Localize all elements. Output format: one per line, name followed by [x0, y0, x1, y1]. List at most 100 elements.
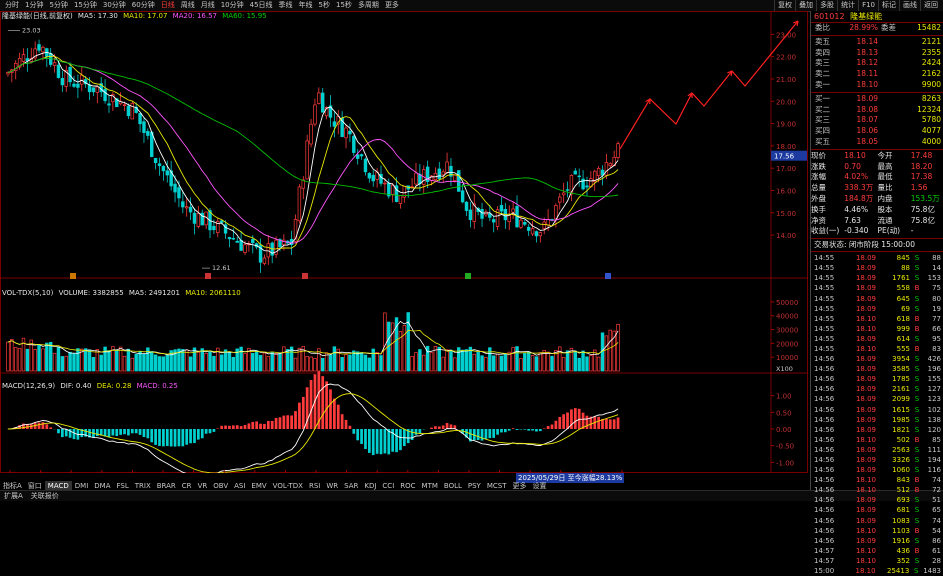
period-tab[interactable]: 5秒: [316, 0, 333, 11]
quote-value: 18.20: [910, 161, 933, 171]
volume-bar: [48, 341, 53, 372]
period-tab[interactable]: 10分钟: [218, 0, 247, 11]
volume-bar: [289, 346, 294, 372]
volume-bar: [422, 354, 426, 372]
macd-legend: MACD(12,26,9) DIF: 0.40 DEA: 0.28 MACD: …: [2, 381, 178, 391]
period-tab[interactable]: 年线: [296, 0, 316, 11]
candle-body: [480, 209, 484, 219]
tick-price: 18.09: [855, 274, 876, 283]
tick-count: 116: [927, 466, 941, 475]
asks-price: 18.11: [856, 69, 878, 79]
tick-price: 18.10: [855, 476, 876, 485]
tick-count: 14: [932, 264, 941, 273]
toolbar-button[interactable]: 统计: [837, 0, 858, 11]
toolbar-button[interactable]: 叠加: [795, 0, 816, 11]
toolbar-button[interactable]: 画线: [899, 0, 920, 11]
tick-time: 14:55: [814, 344, 835, 353]
period-tab[interactable]: 日线: [158, 0, 178, 11]
period-tab[interactable]: 15秒: [333, 0, 355, 11]
volume-bar: [181, 349, 185, 372]
quote-table: 现价 18.10 今开 17.48 涨跌 0.70 最高 18.20 涨幅 4.02% 最低 17.3…: [811, 151, 943, 237]
tick-count: 19: [932, 304, 941, 313]
toolbar-button[interactable]: 返回: [920, 0, 941, 11]
candle-body: [142, 121, 146, 133]
candle-body: [538, 232, 543, 237]
candle-body: [91, 87, 96, 93]
macd-axis-label: 1.00: [776, 393, 792, 401]
candle-body: [309, 123, 313, 145]
kline-chart-area[interactable]: 23.00 22.00 21.00 20.00 19.00 18.00 17.00 16.00…: [0, 11, 808, 483]
volume-bar: [523, 353, 527, 372]
volume-bar: [266, 356, 271, 372]
volume-bar: [495, 353, 500, 372]
bids-volume: 12324: [917, 104, 941, 114]
tick-time: 14:55: [814, 294, 835, 303]
candle-body: [441, 171, 445, 176]
trade-status: 交易状态: 闭市阶段 15:00:00: [814, 240, 915, 250]
macd-value: MACD: 0.25: [136, 382, 178, 390]
tick-direction: B: [914, 476, 920, 485]
period-tab[interactable]: 30分钟: [100, 0, 129, 11]
period-tab[interactable]: 60分钟: [129, 0, 158, 11]
candle-body: [488, 213, 492, 218]
candle-body: [262, 257, 267, 264]
volume-bar: [363, 354, 368, 372]
period-tab[interactable]: 分时: [2, 0, 22, 11]
asks-volume: 2424: [921, 58, 941, 68]
bottom-tab-related[interactable]: 关联报价: [27, 492, 63, 501]
volume-bar: [223, 349, 228, 372]
candle-body: [565, 189, 570, 191]
tick-time: 14:55: [814, 334, 835, 343]
asks-row: 卖四 18.13 2355: [811, 48, 943, 59]
tick-row: 14:56 18.10 843 B 74: [811, 475, 943, 485]
bids-row: 买五 18.05 4000: [811, 137, 943, 148]
kline-chart-svg[interactable]: 23.0022.0021.0020.0019.0018.0017.0016.00…: [0, 11, 808, 482]
tick-time: 14:55: [814, 324, 835, 333]
quote-label: 涨跌: [811, 161, 826, 171]
quote-label: 总量: [811, 183, 826, 193]
tick-price: 18.09: [855, 385, 876, 394]
volume-bar: [379, 355, 383, 372]
ma60-value: MA60: 15.95: [222, 12, 267, 20]
volume-bar: [565, 350, 570, 372]
toolbar-button[interactable]: 复权: [774, 0, 795, 11]
candle-body: [243, 244, 247, 253]
tick-price: 18.10: [855, 314, 876, 323]
candle-body: [219, 220, 224, 223]
bids-price: 18.09: [856, 93, 878, 103]
period-tab[interactable]: 5分钟: [46, 0, 70, 11]
macd-axis-label: -0.50: [776, 443, 794, 451]
tick-volume: 2099: [892, 395, 910, 404]
period-tab[interactable]: 1分钟: [22, 0, 46, 11]
period-tab[interactable]: 45日线: [247, 0, 276, 11]
candle-body: [332, 121, 337, 127]
candle-body: [95, 86, 100, 93]
period-tab[interactable]: 15分钟: [71, 0, 100, 11]
dif-line: [7, 383, 619, 477]
volume-bar: [254, 350, 259, 372]
quote-label: 最低: [877, 172, 893, 182]
tick-price: 18.09: [855, 294, 876, 303]
volume-bar: [107, 350, 111, 372]
period-tabs: 分时 1分钟 5分钟 15分钟 30分钟 60分钟 日线 周线 月线 10分钟 45日线 季线 年线 5秒…: [2, 0, 402, 11]
period-tab[interactable]: 周线: [178, 0, 198, 11]
period-tab[interactable]: 多周期: [355, 0, 382, 11]
period-tab[interactable]: 更多: [382, 0, 402, 11]
toolbar-button[interactable]: F10: [858, 0, 878, 11]
volume-bar: [45, 342, 49, 372]
bottom-tab-expand[interactable]: 扩展A: [0, 492, 27, 501]
period-tab[interactable]: 月线: [198, 0, 218, 11]
candle-body: [157, 163, 162, 167]
tick-list[interactable]: 14:55 18.09 845 S 88 14:55 18.09 88 S 14 14:55 18.0…: [811, 253, 943, 576]
period-tab[interactable]: 季线: [276, 0, 296, 11]
toolbar-button[interactable]: 多股: [816, 0, 837, 11]
toolbar-button[interactable]: 标记: [878, 0, 899, 11]
volume-bar: [126, 348, 131, 372]
candle-body: [460, 190, 465, 203]
candle-body: [239, 239, 243, 251]
weicha-label: 委差: [881, 23, 896, 32]
candle-body: [523, 222, 527, 225]
tick-volume: 1916: [892, 536, 910, 545]
volume-bar: [410, 356, 414, 372]
candle-body: [355, 154, 360, 159]
